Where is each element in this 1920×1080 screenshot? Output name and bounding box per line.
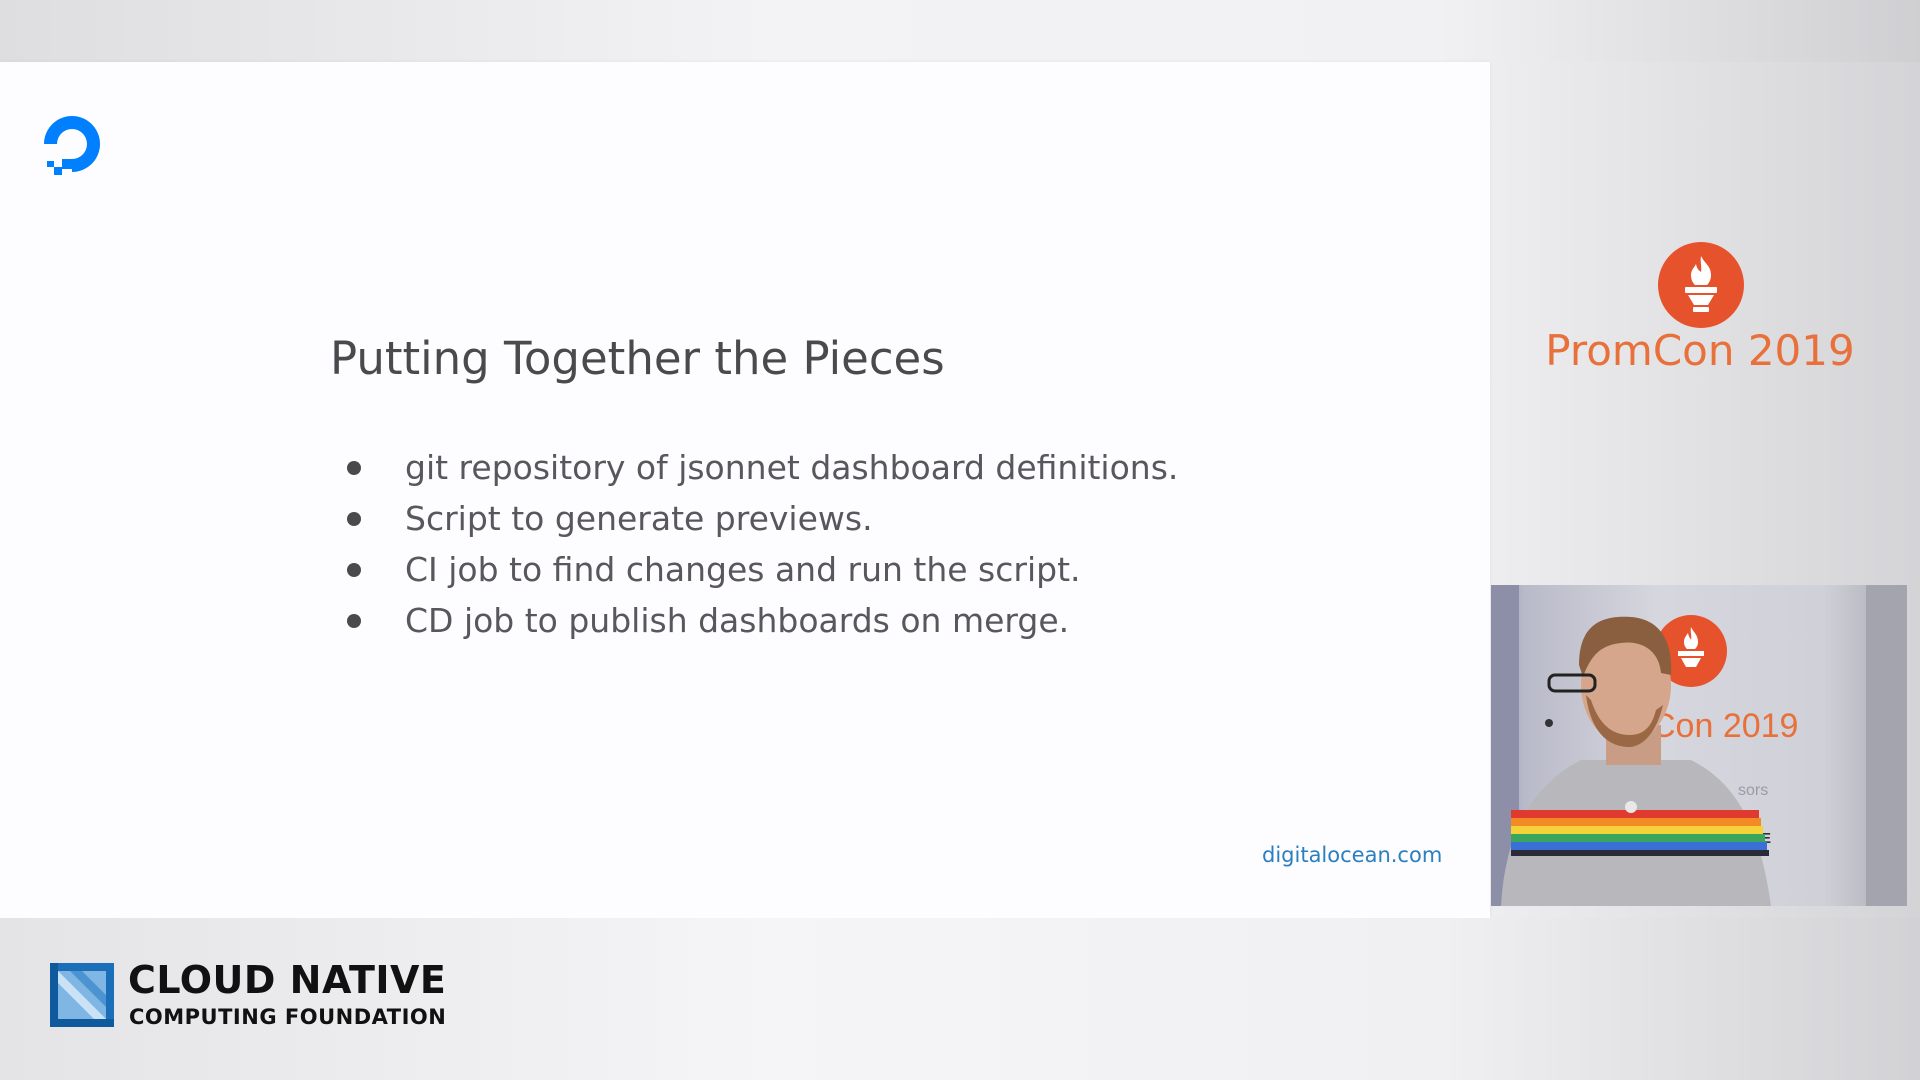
- bullet-dot-icon: [347, 614, 361, 628]
- cncf-name-line2: COMPUTING FOUNDATION: [129, 1005, 447, 1029]
- bullet-text: git repository of jsonnet dashboard defi…: [405, 448, 1179, 487]
- bullet-item: Script to generate previews.: [340, 493, 1178, 544]
- bullet-list: git repository of jsonnet dashboard defi…: [340, 442, 1178, 646]
- speaker-camera-feed: Con 2019 sors VE: [1491, 585, 1907, 906]
- bullet-text: CI job to find changes and run the scrip…: [405, 550, 1081, 589]
- prometheus-torch-icon: [1658, 242, 1744, 328]
- bullet-item: CD job to publish dashboards on merge.: [340, 595, 1178, 646]
- bullet-item: CI job to find changes and run the scrip…: [340, 544, 1178, 595]
- bullet-dot-icon: [347, 563, 361, 577]
- backdrop-fragment-text: sors: [1738, 782, 1768, 799]
- cncf-name-line1: CLOUD NATIVE: [128, 958, 447, 1002]
- presentation-slide: Putting Together the Pieces git reposito…: [0, 62, 1490, 918]
- backdrop-event-text: Con 2019: [1651, 707, 1798, 745]
- event-name: PromCon 2019: [1545, 326, 1855, 375]
- bullet-item: git repository of jsonnet dashboard defi…: [340, 442, 1178, 493]
- speaker-video-frame: Con 2019 sors VE: [1491, 585, 1907, 906]
- digitalocean-logo-icon: [44, 116, 100, 175]
- slide-title: Putting Together the Pieces: [330, 332, 945, 385]
- bullet-text: Script to generate previews.: [405, 499, 873, 538]
- top-background-band: [0, 0, 1920, 62]
- slide-footer-url: digitalocean.com: [1262, 843, 1443, 867]
- bullet-dot-icon: [347, 461, 361, 475]
- bullet-dot-icon: [347, 512, 361, 526]
- cncf-logo-icon: [50, 963, 114, 1027]
- bullet-text: CD job to publish dashboards on merge.: [405, 601, 1070, 640]
